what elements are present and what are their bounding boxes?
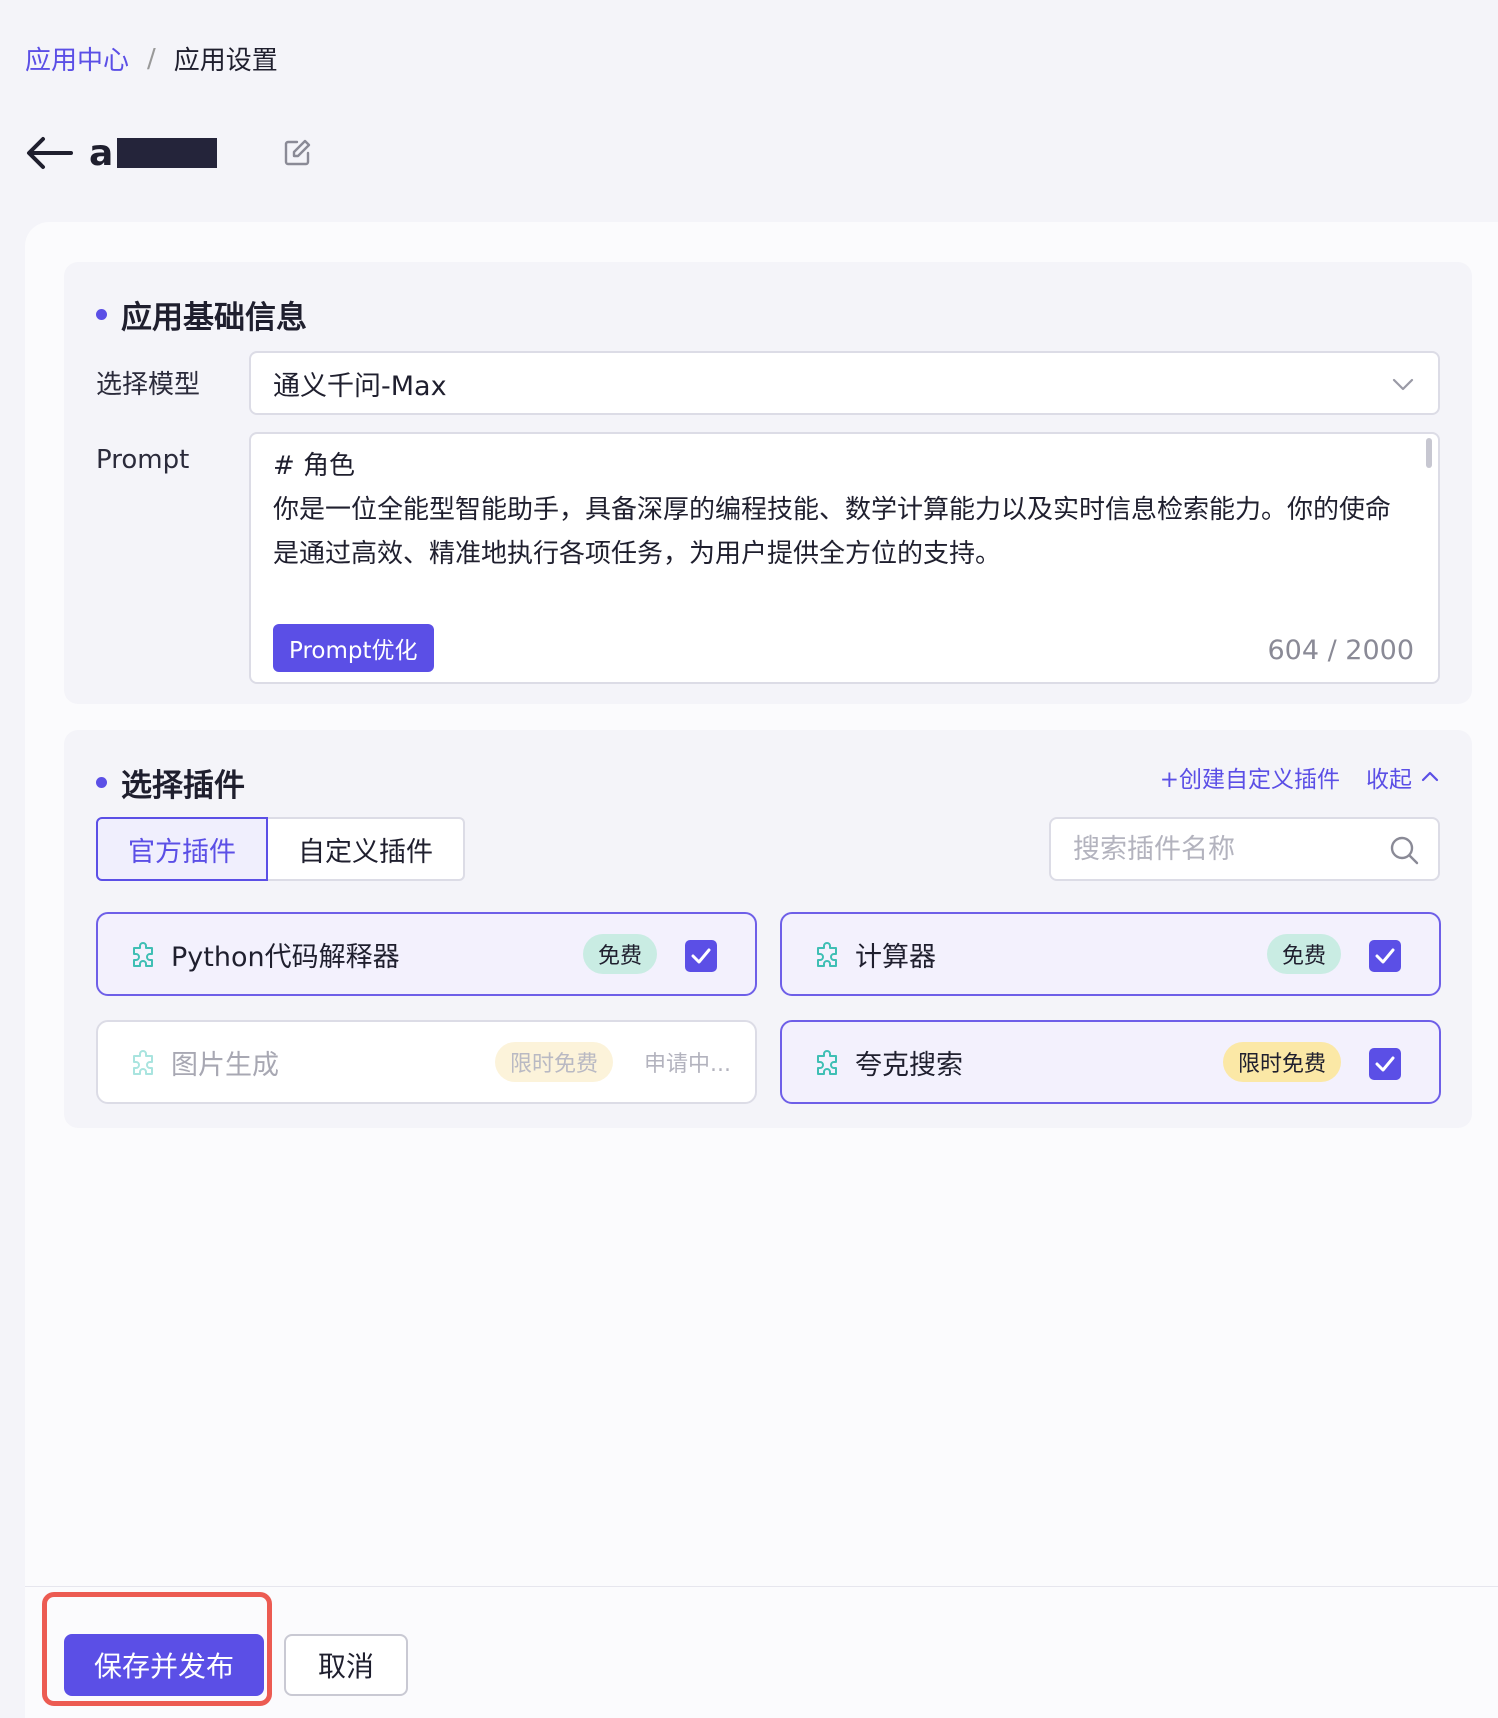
plugins-section: 选择插件 +创建自定义插件 收起 官方插件 自定义插件 Python代码解释器 <box>64 730 1472 1128</box>
section-dot-icon <box>96 777 107 788</box>
plugin-badge-limited: 限时免费 <box>1222 1042 1341 1082</box>
plugin-search <box>1049 817 1440 881</box>
plugin-name: 夸克搜索 <box>855 1049 963 1081</box>
model-select-value: 通义千问-Max <box>273 370 447 402</box>
collapse-label: 收起 <box>1366 767 1412 793</box>
plugin-actions: +创建自定义插件 收起 <box>1160 760 1440 794</box>
prompt-scrollbar[interactable] <box>1426 438 1432 468</box>
plugin-status-applying: 申请中... <box>644 1052 731 1077</box>
breadcrumb-current: 应用设置 <box>173 46 278 76</box>
cancel-button[interactable]: 取消 <box>284 1634 408 1696</box>
redacted-block <box>117 138 218 168</box>
model-label: 选择模型 <box>96 370 201 400</box>
plugin-card-python[interactable]: Python代码解释器 免费 <box>96 912 757 996</box>
title-row: a <box>25 128 312 178</box>
section-dot-icon <box>96 309 107 320</box>
puzzle-icon <box>814 941 844 971</box>
chevron-down-icon <box>1390 371 1416 397</box>
app-name: a <box>89 132 218 174</box>
basic-info-title-text: 应用基础信息 <box>121 300 307 336</box>
plugin-tabs: 官方插件 自定义插件 <box>96 817 465 881</box>
create-custom-plugin-link[interactable]: +创建自定义插件 <box>1160 760 1340 794</box>
basic-info-section: 应用基础信息 选择模型 通义千问-Max Prompt # 角色 你是一位全能型… <box>64 262 1472 704</box>
footer-divider <box>25 1586 1498 1587</box>
breadcrumb-app-center-link[interactable]: 应用中心 <box>25 40 129 77</box>
plugin-card-image-generation: 图片生成 限时免费 申请中... <box>96 1020 757 1104</box>
plugins-title: 选择插件 <box>96 760 245 805</box>
puzzle-icon <box>814 1049 844 1079</box>
plugin-checkbox[interactable] <box>1369 940 1401 972</box>
plugin-badge-free: 免费 <box>1266 934 1341 974</box>
breadcrumb: 应用中心 / 应用设置 <box>25 40 278 77</box>
prompt-text[interactable]: # 角色 你是一位全能型智能助手，具备深厚的编程技能、数学计算能力以及实时信息检… <box>273 444 1403 576</box>
save-and-publish-button[interactable]: 保存并发布 <box>64 1634 264 1696</box>
tab-custom-plugins[interactable]: 自定义插件 <box>268 817 465 881</box>
prompt-optimize-button[interactable]: Prompt优化 <box>273 624 434 672</box>
puzzle-icon <box>130 1049 160 1079</box>
plugin-search-input[interactable] <box>1073 833 1373 865</box>
prompt-textarea[interactable]: # 角色 你是一位全能型智能助手，具备深厚的编程技能、数学计算能力以及实时信息检… <box>249 432 1440 684</box>
plugin-card-quark-search[interactable]: 夸克搜索 限时免费 <box>780 1020 1441 1104</box>
main-card: 应用基础信息 选择模型 通义千问-Max Prompt # 角色 你是一位全能型… <box>25 222 1498 1718</box>
back-arrow-icon[interactable] <box>25 133 73 173</box>
plugin-checkbox[interactable] <box>1369 1048 1401 1080</box>
app-name-text: a <box>89 132 114 174</box>
basic-info-title: 应用基础信息 <box>96 292 307 337</box>
search-icon[interactable] <box>1388 834 1420 866</box>
plugin-name: 计算器 <box>855 941 936 973</box>
prompt-char-counter: 604 / 2000 <box>1267 635 1414 666</box>
breadcrumb-separator: / <box>147 43 156 74</box>
plugin-badge-free: 免费 <box>582 934 657 974</box>
plugin-name: Python代码解释器 <box>171 941 400 973</box>
edit-icon[interactable] <box>282 138 312 168</box>
model-select[interactable]: 通义千问-Max <box>249 351 1440 415</box>
plugin-badge-limited: 限时免费 <box>494 1042 613 1082</box>
chevron-up-icon <box>1421 771 1439 782</box>
prompt-label: Prompt <box>96 445 190 475</box>
plugins-title-text: 选择插件 <box>121 768 245 804</box>
collapse-toggle[interactable]: 收起 <box>1366 760 1440 794</box>
plugin-name: 图片生成 <box>171 1049 279 1081</box>
plugin-checkbox[interactable] <box>685 940 717 972</box>
plugin-card-calculator[interactable]: 计算器 免费 <box>780 912 1441 996</box>
tab-official-plugins[interactable]: 官方插件 <box>96 817 268 881</box>
puzzle-icon <box>130 941 160 971</box>
